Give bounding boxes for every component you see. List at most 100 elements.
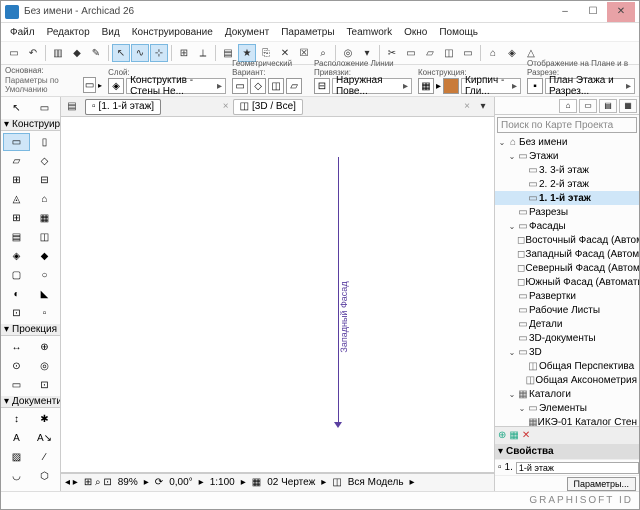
tree-item[interactable]: ⌄⌂Без имени	[495, 135, 639, 149]
rail-tool[interactable]: ◫	[31, 228, 58, 246]
menu-конструирование[interactable]: Конструирование	[127, 26, 218, 39]
display-combo[interactable]: План Этажа и Разрез...▸	[545, 78, 635, 94]
window-tool[interactable]: ⊞	[3, 171, 30, 189]
model-value[interactable]: Вся Модель	[348, 477, 404, 488]
3dview-icon[interactable]: ◈	[503, 44, 521, 62]
curtain-tool[interactable]: ▦	[31, 209, 58, 227]
tree-item[interactable]: ◫Общая Перспектива	[495, 359, 639, 373]
view-map-tab[interactable]: ▭	[579, 99, 597, 113]
slab-tool[interactable]: ▱	[3, 152, 30, 170]
label-tool[interactable]: A↘	[31, 429, 58, 447]
elevation-tool[interactable]: ⊕	[31, 338, 58, 356]
tree-item[interactable]: ▭3D-документы	[495, 331, 639, 345]
cursor-icon[interactable]: ↖	[112, 44, 130, 62]
geom-opt4[interactable]: ▱	[286, 78, 302, 94]
zoom-value[interactable]: 89%	[118, 477, 138, 488]
point-snap-icon[interactable]: ⊹	[150, 44, 168, 62]
zoom-tools[interactable]: ⊞ ⌕ ⊡	[84, 477, 112, 488]
tree-item[interactable]: ▭1. 1-й этаж	[495, 191, 639, 205]
tab-3d[interactable]: ◫[3D / Все]	[233, 99, 303, 115]
project-map-tab[interactable]: ⌂	[559, 99, 577, 113]
menu-помощь[interactable]: Помощь	[434, 26, 483, 39]
tree-item[interactable]: ⌄▭Элементы	[495, 401, 639, 415]
elev-icon[interactable]: ▱	[421, 44, 439, 62]
menu-файл[interactable]: Файл	[5, 26, 40, 39]
angle-value[interactable]: 0,00°	[169, 477, 192, 488]
menu-вид[interactable]: Вид	[97, 26, 125, 39]
tree-item[interactable]: ◫Общая Аксонометрия	[495, 373, 639, 387]
corner-tool[interactable]: ◣	[31, 285, 58, 303]
geom-opt1[interactable]: ▭	[232, 78, 248, 94]
wall-tool-button[interactable]: ▭	[83, 77, 96, 93]
line-snap-icon[interactable]: ∿	[131, 44, 149, 62]
add-icon[interactable]: ⊕	[498, 430, 506, 441]
maximize-button[interactable]: ☐	[579, 2, 607, 22]
layer-combo[interactable]: Конструктив - Стены Не...▸	[126, 78, 226, 94]
column-tool[interactable]: ▯	[31, 133, 58, 151]
menu-teamwork[interactable]: Teamwork	[342, 26, 398, 39]
tree-item[interactable]: ▭3. 3-й этаж	[495, 163, 639, 177]
color-icon[interactable]: ◆	[68, 44, 86, 62]
dim-tool[interactable]: ↕	[3, 410, 30, 428]
opening-tool[interactable]: ○	[31, 266, 58, 284]
publisher-tab[interactable]: ▦	[619, 99, 637, 113]
roof-tool[interactable]: ◬	[3, 190, 30, 208]
ie-tool[interactable]: ⊙	[3, 357, 30, 375]
arc-tool[interactable]: ◡	[3, 467, 30, 485]
pen-icon[interactable]: ✎	[87, 44, 105, 62]
toolbox-header-design[interactable]: ▾Конструиров	[1, 119, 60, 131]
ruler-icon[interactable]: ⟂	[194, 44, 212, 62]
house-icon[interactable]: ⌂	[484, 44, 502, 62]
section-tool[interactable]: ↔	[3, 338, 30, 356]
menu-окно[interactable]: Окно	[399, 26, 432, 39]
marquee-tool[interactable]: ▭	[31, 99, 58, 117]
arrow-tool[interactable]: ↖	[3, 99, 30, 117]
navigator-search[interactable]: Поиск по Карте Проекта	[497, 117, 637, 133]
constr-icon[interactable]: ▦	[418, 78, 434, 94]
menu-параметры[interactable]: Параметры	[276, 26, 339, 39]
line-tool[interactable]: ∕	[31, 448, 58, 466]
menu-документ[interactable]: Документ	[220, 26, 274, 39]
undo-icon[interactable]: ↶	[24, 44, 42, 62]
tree-item[interactable]: ⌄▭Этажи	[495, 149, 639, 163]
params-button[interactable]: Параметры...	[567, 477, 636, 491]
drawing-canvas[interactable]: Западный Фасад	[61, 117, 494, 473]
tree-item[interactable]: ⌄▭Фасады	[495, 219, 639, 233]
geom-opt3[interactable]: ◫	[268, 78, 284, 94]
tree-item[interactable]: ▭Рабочие Листы	[495, 303, 639, 317]
level-tool[interactable]: ✱	[31, 410, 58, 428]
tree-item[interactable]: ▭Детали	[495, 317, 639, 331]
zone-tool[interactable]: ▢	[3, 266, 30, 284]
lamp-tool[interactable]: ◐	[3, 285, 30, 303]
shell-tool[interactable]: ⌂	[31, 190, 58, 208]
tree-item[interactable]: ▦ИКЭ-01 Каталог Стен	[495, 415, 639, 426]
tree-item[interactable]: ◻Западный Фасад (Автоматиче	[495, 247, 639, 261]
graphisoft-id[interactable]: GRAPHISOFT ID	[529, 495, 633, 506]
scale-value[interactable]: 1:100	[210, 477, 235, 488]
material-swatch[interactable]	[443, 78, 459, 94]
tabs-dropdown-icon[interactable]: ▾	[474, 98, 492, 116]
tree-item[interactable]: ◻Северный Фасад (Автоматиче	[495, 261, 639, 275]
extra1-tool[interactable]: ⊡	[3, 304, 30, 322]
poly-tool[interactable]: ⬡	[31, 467, 58, 485]
door-tool[interactable]: ◇	[31, 152, 58, 170]
object-tool[interactable]: ◆	[31, 247, 58, 265]
tree-item[interactable]: ⌄▦Каталоги	[495, 387, 639, 401]
tree-item[interactable]: ◻Восточный Фасад (Автоматич	[495, 233, 639, 247]
grid-icon[interactable]: ⊞	[175, 44, 193, 62]
nav-arrows[interactable]: ◂ ▸	[65, 477, 78, 488]
beam-tool[interactable]: ⊟	[31, 171, 58, 189]
tab-floorplan[interactable]: ▫[1. 1-й этаж]	[85, 99, 161, 115]
mesh-tool[interactable]: ⊞	[3, 209, 30, 227]
tree-item[interactable]: ⌄▭3D	[495, 345, 639, 359]
drawing-value[interactable]: 02 Чертеж	[267, 477, 315, 488]
layer-icon[interactable]: ◈	[108, 78, 124, 94]
tree-item[interactable]: ▭2. 2-й этаж	[495, 177, 639, 191]
constr-combo[interactable]: Кирпич - Гли...▸	[461, 78, 521, 94]
menu-редактор[interactable]: Редактор	[42, 26, 95, 39]
wall-tool[interactable]: ▭	[3, 133, 30, 151]
duplicate-icon[interactable]: ▦	[509, 430, 518, 441]
stair-tool[interactable]: ▤	[3, 228, 30, 246]
cut-icon[interactable]: ◫	[440, 44, 458, 62]
new-icon[interactable]: ▭	[5, 44, 23, 62]
